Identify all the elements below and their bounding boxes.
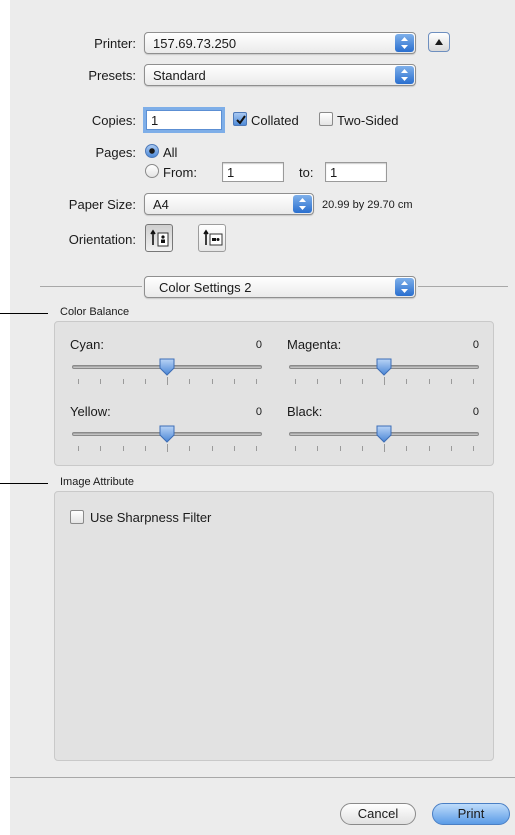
- yellow-ticks: [72, 444, 262, 452]
- color-balance-group: [54, 321, 494, 466]
- presets-popup[interactable]: Standard: [144, 64, 416, 86]
- pages-from-value: 1: [227, 165, 235, 180]
- pages-from-radio[interactable]: [145, 164, 159, 178]
- copies-value: 1: [151, 113, 159, 128]
- popup-arrows-icon: [293, 195, 312, 213]
- black-label: Black:: [287, 404, 323, 419]
- image-attribute-title: Image Attribute: [60, 476, 134, 488]
- separator-right: [418, 286, 508, 287]
- two-sided-label: Two-Sided: [337, 113, 399, 128]
- section-popup[interactable]: Color Settings 2: [144, 276, 416, 298]
- black-ticks: [289, 444, 479, 452]
- cyan-slider-thumb[interactable]: [158, 358, 176, 376]
- cyan-ticks: [72, 377, 262, 385]
- callout-line: [0, 483, 48, 484]
- magenta-slider-thumb[interactable]: [375, 358, 393, 376]
- yellow-slider-thumb[interactable]: [158, 425, 176, 443]
- cyan-value: 0: [255, 339, 262, 351]
- image-attribute-group: [54, 491, 494, 761]
- magenta-value: 0: [472, 339, 479, 351]
- section-popup-value: Color Settings 2: [159, 280, 252, 295]
- orientation-landscape-button[interactable]: [198, 224, 226, 252]
- two-sided-checkbox[interactable]: [319, 112, 333, 126]
- pages-to-label: to:: [299, 165, 314, 180]
- pages-label: Pages:: [95, 145, 136, 160]
- cyan-label: Cyan:: [70, 337, 104, 352]
- color-balance-title: Color Balance: [60, 306, 130, 318]
- yellow-value: 0: [255, 406, 262, 418]
- sharpness-filter-label: Use Sharpness Filter: [90, 510, 212, 525]
- paper-size-value: A4: [153, 197, 169, 212]
- printer-label: Printer:: [94, 36, 136, 51]
- copies-input[interactable]: 1: [146, 110, 222, 130]
- landscape-icon: [203, 229, 223, 246]
- popup-arrows-icon: [395, 278, 414, 296]
- magenta-label: Magenta:: [287, 337, 342, 352]
- portrait-icon: [150, 229, 169, 247]
- orientation-portrait-button[interactable]: [145, 224, 173, 252]
- paper-dimensions: 20.99 by 29.70 cm: [322, 199, 413, 211]
- yellow-label: Yellow:: [70, 404, 111, 419]
- cancel-button[interactable]: Cancel: [340, 803, 416, 825]
- print-button[interactable]: Print: [432, 803, 510, 825]
- black-value: 0: [472, 406, 479, 418]
- checkmark-icon: [236, 115, 246, 125]
- popup-arrows-icon: [395, 66, 414, 84]
- collated-checkbox[interactable]: [233, 112, 247, 126]
- triangle-up-icon: [435, 39, 443, 45]
- presets-value: Standard: [153, 68, 206, 83]
- black-slider-thumb[interactable]: [375, 425, 393, 443]
- magenta-ticks: [289, 377, 479, 385]
- callout-line: [0, 313, 48, 314]
- separator-left: [40, 286, 142, 287]
- popup-arrows-icon: [395, 34, 414, 52]
- bottom-separator: [10, 777, 515, 778]
- paper-size-label: Paper Size:: [68, 197, 136, 212]
- sharpness-filter-checkbox[interactable]: [70, 510, 84, 524]
- pages-from-input[interactable]: 1: [222, 162, 284, 182]
- printer-value: 157.69.73.250: [153, 36, 237, 51]
- pages-to-value: 1: [330, 165, 338, 180]
- disclosure-button[interactable]: [428, 32, 450, 52]
- pages-from-label: From:: [163, 165, 197, 180]
- pages-all-radio[interactable]: [145, 144, 159, 158]
- collated-label: Collated: [251, 113, 299, 128]
- paper-size-popup[interactable]: A4: [144, 193, 314, 215]
- pages-to-input[interactable]: 1: [325, 162, 387, 182]
- printer-popup[interactable]: 157.69.73.250: [144, 32, 416, 54]
- presets-label: Presets:: [88, 68, 136, 83]
- orientation-label: Orientation:: [68, 232, 136, 247]
- copies-label: Copies:: [91, 113, 136, 128]
- pages-all-label: All: [163, 145, 178, 160]
